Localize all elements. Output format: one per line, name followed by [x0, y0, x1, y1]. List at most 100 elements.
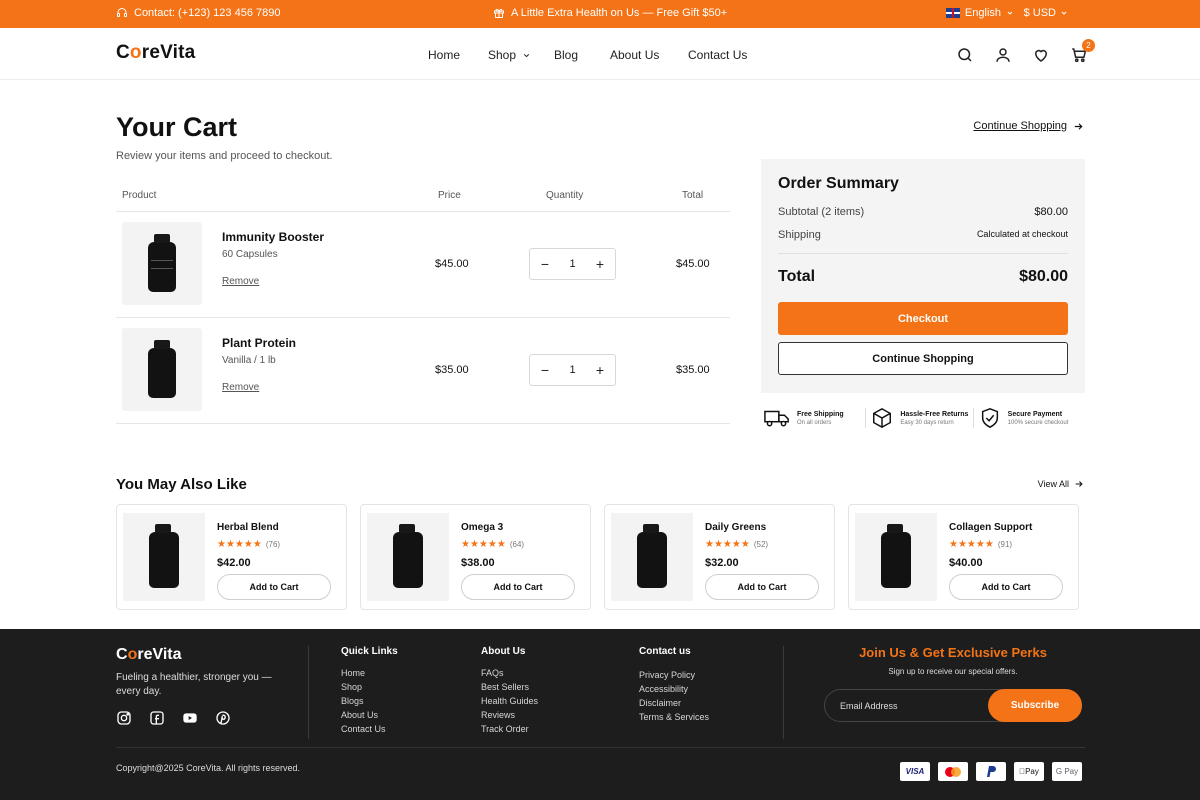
cart-item-row: Plant Protein Vanilla / 1 lb Remove $35.…: [116, 318, 730, 424]
view-all-label: View All: [1037, 479, 1069, 489]
rating-count: (76): [265, 540, 281, 549]
product-rating: ★★★★★ (52): [705, 539, 768, 550]
star-rating-icon: ★★★★★: [949, 539, 994, 550]
add-to-cart-button[interactable]: Add to Cart: [705, 574, 819, 600]
remove-item-link[interactable]: Remove: [222, 382, 259, 393]
trust-subtitle: 100% secure checkout: [1007, 419, 1069, 426]
product-rating: ★★★★★ (64): [461, 539, 524, 550]
main-nav: Home Shop Blog About Us Contact Us: [428, 48, 747, 62]
footer-link[interactable]: Contact Us: [341, 722, 398, 736]
instagram-icon[interactable]: [116, 710, 132, 726]
product-name[interactable]: Plant Protein: [222, 336, 296, 350]
add-to-cart-button[interactable]: Add to Cart: [949, 574, 1063, 600]
nav-blog[interactable]: Blog: [554, 48, 610, 62]
footer-link[interactable]: Health Guides: [481, 694, 538, 708]
view-all-link[interactable]: View All: [1038, 479, 1084, 489]
footer-link[interactable]: Reviews: [481, 708, 538, 722]
rating-count: (52): [753, 540, 769, 549]
youtube-icon[interactable]: [182, 710, 198, 726]
nav-contact[interactable]: Contact Us: [688, 48, 747, 62]
footer-logo[interactable]: CoreVita: [116, 646, 182, 664]
product-image[interactable]: [122, 222, 202, 305]
decrease-quantity-button[interactable]: −: [538, 362, 552, 378]
contact-text: Contact: (+123) 123 456 7890: [134, 7, 281, 19]
user-icon[interactable]: [994, 46, 1012, 64]
footer-link[interactable]: Track Order: [481, 722, 538, 736]
nav-shop[interactable]: Shop: [488, 48, 554, 62]
footer-link[interactable]: Home: [341, 666, 398, 680]
footer-link[interactable]: Privacy Policy: [639, 668, 709, 682]
trust-badge-payment: Secure Payment 100% secure checkout: [972, 404, 1086, 432]
quantity-stepper: − 1 +: [529, 248, 616, 280]
footer-quick-links: Quick Links Home Shop Blogs About Us Con…: [341, 646, 398, 736]
column-header: Quantity: [546, 190, 584, 201]
increase-quantity-button[interactable]: +: [593, 362, 607, 378]
footer-logo-text: CoreVita: [116, 646, 182, 663]
footer-contact-links: Contact us Privacy Policy Accessibility …: [639, 646, 709, 724]
subscribe-button[interactable]: Subscribe: [988, 689, 1082, 722]
cart-table: Product Price Quantity Total Immunity Bo…: [116, 182, 730, 424]
increase-quantity-button[interactable]: +: [593, 256, 607, 272]
supplement-bottle-image: [149, 524, 179, 588]
star-rating-icon: ★★★★★: [461, 539, 506, 550]
quantity-value[interactable]: 1: [569, 364, 575, 376]
footer-link[interactable]: Blogs: [341, 694, 398, 708]
product-name[interactable]: Herbal Blend: [217, 522, 279, 533]
product-image[interactable]: [123, 513, 205, 601]
subtotal-line: Subtotal (2 items) $80.00: [778, 206, 1068, 218]
product-image[interactable]: [855, 513, 937, 601]
chevron-down-icon: [523, 53, 530, 57]
newsletter-subtitle: Sign up to receive our special offers.: [888, 667, 1018, 676]
decrease-quantity-button[interactable]: −: [538, 256, 552, 272]
footer-link[interactable]: FAQs: [481, 666, 538, 680]
footer-link[interactable]: Shop: [341, 680, 398, 694]
footer-link[interactable]: Disclaimer: [639, 696, 709, 710]
pinterest-icon[interactable]: [215, 710, 231, 726]
newsletter-form: Email Address Subscribe: [824, 689, 1082, 722]
language-selector[interactable]: English: [945, 7, 1014, 19]
site-footer: CoreVita Fueling a healthier, stronger y…: [0, 629, 1200, 800]
facebook-icon[interactable]: [149, 710, 165, 726]
total-label: Total: [778, 268, 816, 285]
product-image[interactable]: [367, 513, 449, 601]
supplement-bottle-image: [393, 524, 423, 588]
arrow-right-icon: [1075, 481, 1083, 487]
product-name[interactable]: Omega 3: [461, 522, 503, 533]
add-to-cart-button[interactable]: Add to Cart: [461, 574, 575, 600]
trust-title: Hassle-Free Returns: [900, 410, 969, 418]
email-input[interactable]: Email Address: [840, 701, 898, 711]
footer-link[interactable]: Terms & Services: [639, 710, 709, 724]
continue-shopping-button[interactable]: Continue Shopping: [778, 342, 1068, 375]
footer-divider: [308, 646, 309, 739]
truck-icon: [764, 410, 789, 427]
product-name[interactable]: Collagen Support: [949, 522, 1032, 533]
remove-item-link[interactable]: Remove: [222, 276, 259, 287]
product-name[interactable]: Immunity Booster: [222, 230, 324, 244]
footer-column-title: About Us: [481, 646, 526, 657]
add-to-cart-button[interactable]: Add to Cart: [217, 574, 331, 600]
footer-link[interactable]: Best Sellers: [481, 680, 538, 694]
quantity-value[interactable]: 1: [569, 258, 575, 270]
item-price: $45.00: [435, 258, 469, 270]
page-title: Your Cart: [116, 112, 238, 142]
heart-icon[interactable]: [1032, 46, 1050, 64]
product-image[interactable]: [611, 513, 693, 601]
footer-link[interactable]: Accessibility: [639, 682, 709, 696]
cart-button[interactable]: 2: [1070, 39, 1095, 64]
currency-selector[interactable]: $ USD: [1024, 7, 1068, 19]
product-image[interactable]: [122, 328, 202, 411]
rating-count: (64): [509, 540, 525, 549]
nav-about[interactable]: About Us: [610, 48, 688, 62]
copyright-text: Copyright@2025 CoreVita. All rights rese…: [116, 763, 301, 773]
search-icon[interactable]: [956, 46, 974, 64]
continue-shopping-link[interactable]: Continue Shopping: [973, 120, 1084, 132]
top-bar: Contact: (+123) 123 456 7890 A Little Ex…: [0, 0, 1200, 28]
apple-pay-label: Pay: [1022, 767, 1039, 776]
nav-home[interactable]: Home: [428, 48, 488, 62]
logo[interactable]: CoreVita: [116, 42, 195, 64]
footer-link[interactable]: About Us: [341, 708, 398, 722]
currency-label: $ USD: [1023, 7, 1056, 19]
product-name[interactable]: Daily Greens: [705, 522, 766, 533]
checkout-button[interactable]: Checkout: [778, 302, 1068, 335]
payment-methods: VISA Pay G Pay: [900, 762, 1082, 781]
